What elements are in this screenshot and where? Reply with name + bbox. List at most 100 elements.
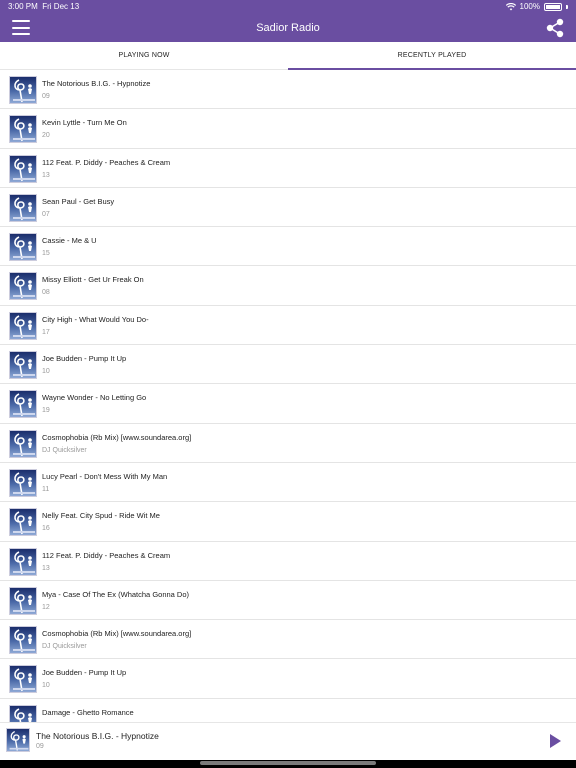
list-item[interactable]: Joe Budden - Pump It Up 10: [0, 345, 576, 385]
track-subtitle: 17: [42, 328, 50, 336]
track-title: City High - What Would You Do-: [42, 314, 149, 324]
list-item[interactable]: Nelly Feat. City Spud - Ride Wit Me 16: [0, 502, 576, 542]
list-item[interactable]: 112 Feat. P. Diddy - Peaches & Cream 13: [0, 542, 576, 581]
track-title: Cosmophobia (Rb Mix) [www.soundarea.org]: [42, 432, 192, 442]
album-art: [9, 704, 37, 722]
track-title: 112 Feat. P. Diddy - Peaches & Cream: [42, 550, 171, 560]
track-subtitle: 12: [42, 603, 50, 611]
track-subtitle: 09: [42, 93, 50, 100]
track-title: Joe Budden - Pump It Up: [42, 354, 127, 364]
album-art-image: [13, 197, 35, 221]
track-title: Damage - Ghetto Romance: [42, 707, 134, 717]
tab-bar: PLAYING NOW RECENTLY PLAYED: [0, 42, 576, 70]
track-subtitle: DJ Quicksilver: [42, 446, 87, 454]
now-playing-subtitle: 09: [36, 743, 44, 750]
album-art: [9, 272, 37, 301]
tab-playing-now[interactable]: PLAYING NOW: [0, 42, 288, 69]
album-art-image: [13, 668, 35, 692]
battery-icon: [544, 3, 562, 11]
album-art-image: [13, 432, 35, 456]
track-title: 112 Feat. P. Diddy - Peaches & Cream: [42, 157, 171, 167]
album-art-image: [13, 118, 35, 142]
list-item[interactable]: Mya - Case Of The Ex (Whatcha Gonna Do) 1…: [0, 581, 576, 621]
track-title: Nelly Feat. City Spud - Ride Wit Me: [42, 511, 160, 521]
album-art-image: [13, 275, 35, 299]
play-icon[interactable]: [548, 733, 562, 749]
album-art: [9, 586, 37, 615]
list-item[interactable]: Wayne Wonder - No Letting Go 19: [0, 384, 576, 424]
list-item[interactable]: Cosmophobia (Rb Mix) [www.soundarea.org]…: [0, 620, 576, 660]
track-subtitle: 15: [42, 250, 50, 258]
track-title: Missy Elliott - Get Ur Freak On: [42, 275, 144, 285]
track-title: The Notorious B.I.G. - Hypnotize: [42, 79, 151, 88]
status-time-text: 3:00 PM: [8, 2, 38, 11]
track-title: Mya - Case Of The Ex (Whatcha Gonna Do): [42, 589, 190, 599]
track-title: Joe Budden - Pump It Up: [42, 668, 127, 678]
battery-percent: 100%: [519, 2, 540, 11]
album-art-image: [13, 550, 35, 574]
album-art: [9, 193, 37, 222]
share-icon[interactable]: [544, 17, 566, 39]
home-indicator[interactable]: [200, 761, 376, 765]
list-item[interactable]: Sean Paul - Get Busy 07: [0, 188, 576, 228]
album-art-image: [13, 472, 35, 496]
track-subtitle: DJ Quicksilver: [42, 643, 87, 651]
recently-played-list[interactable]: The Notorious B.I.G. - Hypnotize 09 Kevin …: [0, 70, 576, 722]
list-item[interactable]: The Notorious B.I.G. - Hypnotize 09: [0, 70, 576, 110]
wifi-icon: [505, 3, 516, 11]
album-art: [9, 154, 37, 183]
album-art-image: [13, 315, 35, 338]
track-subtitle: 07: [42, 210, 50, 218]
home-indicator-area: [0, 760, 576, 768]
track-subtitle: 10: [42, 682, 50, 690]
album-art-image: [13, 511, 35, 535]
album-art: [9, 626, 37, 655]
track-title: Cassie - Me & U: [42, 236, 97, 246]
list-item[interactable]: City High - What Would You Do- 17: [0, 306, 576, 346]
album-art: [9, 508, 37, 537]
status-time: 3:00 PM Fri Dec 13: [8, 0, 79, 14]
album-art: [9, 351, 37, 380]
list-item[interactable]: Lucy Pearl - Don't Mess With My Man 11: [0, 463, 576, 503]
album-art: [9, 311, 37, 340]
track-title: Cosmophobia (Rb Mix) [www.soundarea.org]: [42, 629, 192, 639]
album-art-image: [13, 354, 35, 378]
battery-tip: [566, 5, 568, 9]
list-item[interactable]: Missy Elliott - Get Ur Freak On 08: [0, 266, 576, 306]
album-art-image: [14, 708, 32, 722]
track-title: Wayne Wonder - No Letting Go: [42, 393, 147, 403]
list-item[interactable]: Cassie - Me & U 15: [0, 227, 576, 267]
track-title: Sean Paul - Get Busy: [42, 196, 115, 206]
album-art: [9, 665, 37, 694]
list-item[interactable]: Damage - Ghetto Romance: [0, 699, 576, 722]
track-subtitle: 13: [42, 171, 50, 179]
list-item[interactable]: Kevin Lyttle - Turn Me On 20: [0, 109, 576, 149]
track-title: Kevin Lyttle - Turn Me On: [42, 118, 127, 128]
track-subtitle: 16: [42, 525, 50, 533]
album-art-image: [9, 730, 29, 751]
track-subtitle: 11: [42, 485, 50, 493]
nav-row: Sadior Radio: [0, 14, 576, 42]
page-title: Sadior Radio: [256, 22, 320, 34]
album-art-image: [13, 590, 35, 613]
album-art: [9, 390, 37, 419]
track-subtitle: 10: [42, 368, 50, 376]
album-art: [6, 728, 30, 752]
list-item[interactable]: 112 Feat. P. Diddy - Peaches & Cream 13: [0, 149, 576, 188]
tab-recently-played[interactable]: RECENTLY PLAYED: [288, 42, 576, 70]
track-subtitle: 13: [42, 564, 50, 572]
album-art: [9, 429, 37, 458]
track-subtitle: 20: [42, 132, 50, 140]
list-item[interactable]: Cosmophobia (Rb Mix) [www.soundarea.org]…: [0, 424, 576, 463]
status-right: 100%: [505, 0, 568, 14]
album-art-image: [13, 79, 35, 103]
list-item[interactable]: Joe Budden - Pump It Up 10: [0, 659, 576, 699]
track-subtitle: 08: [42, 289, 50, 297]
album-art: [9, 115, 37, 144]
now-playing-bar[interactable]: The Notorious B.I.G. - Hypnotize 09: [0, 722, 576, 760]
album-art: [9, 468, 37, 497]
status-bar: 3:00 PM Fri Dec 13 100%: [0, 0, 576, 14]
track-subtitle: 19: [42, 407, 50, 415]
album-art-image: [13, 157, 35, 181]
album-art-image: [13, 236, 35, 260]
